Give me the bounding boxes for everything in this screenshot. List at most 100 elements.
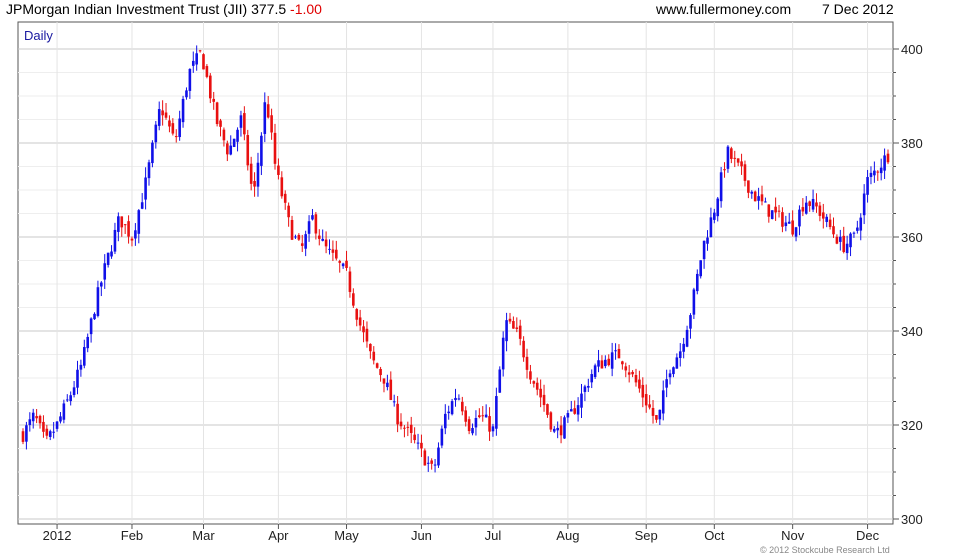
candle-body (86, 336, 90, 349)
candle-body (130, 238, 134, 241)
candle-body (845, 243, 849, 254)
candle-body (205, 66, 209, 77)
candle-body (610, 352, 614, 369)
candle-body (280, 177, 284, 197)
candle-body (52, 431, 55, 433)
candle-body (328, 248, 331, 250)
candle-body (569, 409, 573, 412)
candle-body (283, 193, 287, 203)
candle-body (215, 102, 219, 125)
candle-body (423, 450, 427, 466)
period-label: Daily (24, 28, 53, 43)
candle-body (226, 143, 229, 155)
candle-body (794, 227, 798, 237)
candle-body (617, 348, 621, 359)
candle-body (345, 260, 348, 268)
candle-body (709, 217, 713, 237)
candle-body (277, 165, 280, 175)
candle-body (232, 138, 236, 147)
candle-body (21, 431, 25, 442)
candle-body (743, 164, 747, 181)
candle-body (263, 102, 267, 134)
candle-body (79, 364, 83, 370)
candle-body (243, 113, 246, 135)
candle-body (573, 408, 576, 414)
candle-body (375, 363, 379, 368)
candle-body (164, 112, 168, 118)
candlestick-chart: 300 320 340 360 380 400 2012 Feb Mar Apr May Jun Jul… (17, 21, 923, 543)
candle-body (120, 216, 124, 228)
candle-body (416, 442, 420, 444)
candle-body (358, 317, 362, 326)
candle-body (508, 318, 512, 322)
candle-body (532, 381, 536, 384)
candle-body (249, 163, 253, 184)
candle-body (839, 236, 842, 242)
x-tick-label: Mar (192, 528, 215, 543)
candle-body (719, 172, 723, 202)
candle-body (443, 413, 447, 429)
candle-body (42, 421, 45, 432)
candle-body (76, 369, 79, 388)
candle-body (556, 427, 559, 431)
candle-body (515, 327, 519, 329)
copyright-note: © 2012 Stockcube Research Ltd (760, 545, 890, 555)
candle-body (716, 198, 720, 217)
candle-body (25, 425, 28, 442)
candle-body (675, 357, 679, 369)
candle-body (188, 68, 192, 91)
candle-body (495, 396, 498, 429)
candle-body (59, 416, 62, 422)
candle-body (151, 142, 154, 164)
candle-body (638, 379, 641, 389)
candle-body (256, 162, 260, 187)
candle-body (518, 325, 522, 339)
x-tick-label: Jul (485, 528, 502, 543)
x-tick-label: Dec (856, 528, 880, 543)
x-tick-label: May (334, 528, 359, 543)
candle-body (161, 110, 164, 116)
candle-body (93, 313, 96, 320)
candle-body (300, 243, 304, 246)
candle-body (781, 212, 784, 227)
candle-body (873, 170, 876, 176)
candle-body (212, 98, 216, 102)
candle-body (253, 180, 256, 187)
candle-body (82, 347, 86, 366)
candle-body (624, 366, 628, 371)
candle-body (593, 365, 597, 378)
candle-body (185, 90, 188, 98)
candle-body (100, 282, 103, 287)
candle-body (549, 412, 553, 430)
candle-body (157, 109, 161, 126)
candle-body (140, 202, 144, 209)
candle-body (426, 462, 430, 464)
candle-body (651, 407, 655, 416)
candle-body (665, 379, 668, 388)
candle-body (413, 434, 416, 441)
candle-body (886, 153, 890, 163)
candle-body (311, 215, 314, 220)
candle-body (580, 393, 583, 408)
candle-body (856, 227, 859, 231)
candle-body (821, 212, 825, 219)
candle-body (576, 405, 580, 415)
candle-body (604, 359, 607, 367)
candle-body (365, 328, 369, 342)
candle-body (103, 263, 107, 280)
candle-body (682, 343, 685, 352)
candle-body (382, 378, 386, 384)
candle-body (134, 230, 137, 239)
candle-body (818, 205, 822, 216)
x-tick-label: 2012 (43, 528, 72, 543)
y-tick-label: 320 (901, 418, 923, 433)
candle-body (488, 416, 491, 432)
candle-body (706, 237, 709, 244)
candle-body (866, 177, 869, 195)
candle-body (699, 260, 702, 277)
candle-body (437, 447, 440, 466)
candle-body (835, 236, 839, 244)
candle-body (811, 198, 815, 210)
candle-body (583, 386, 587, 392)
candle-body (600, 360, 604, 369)
